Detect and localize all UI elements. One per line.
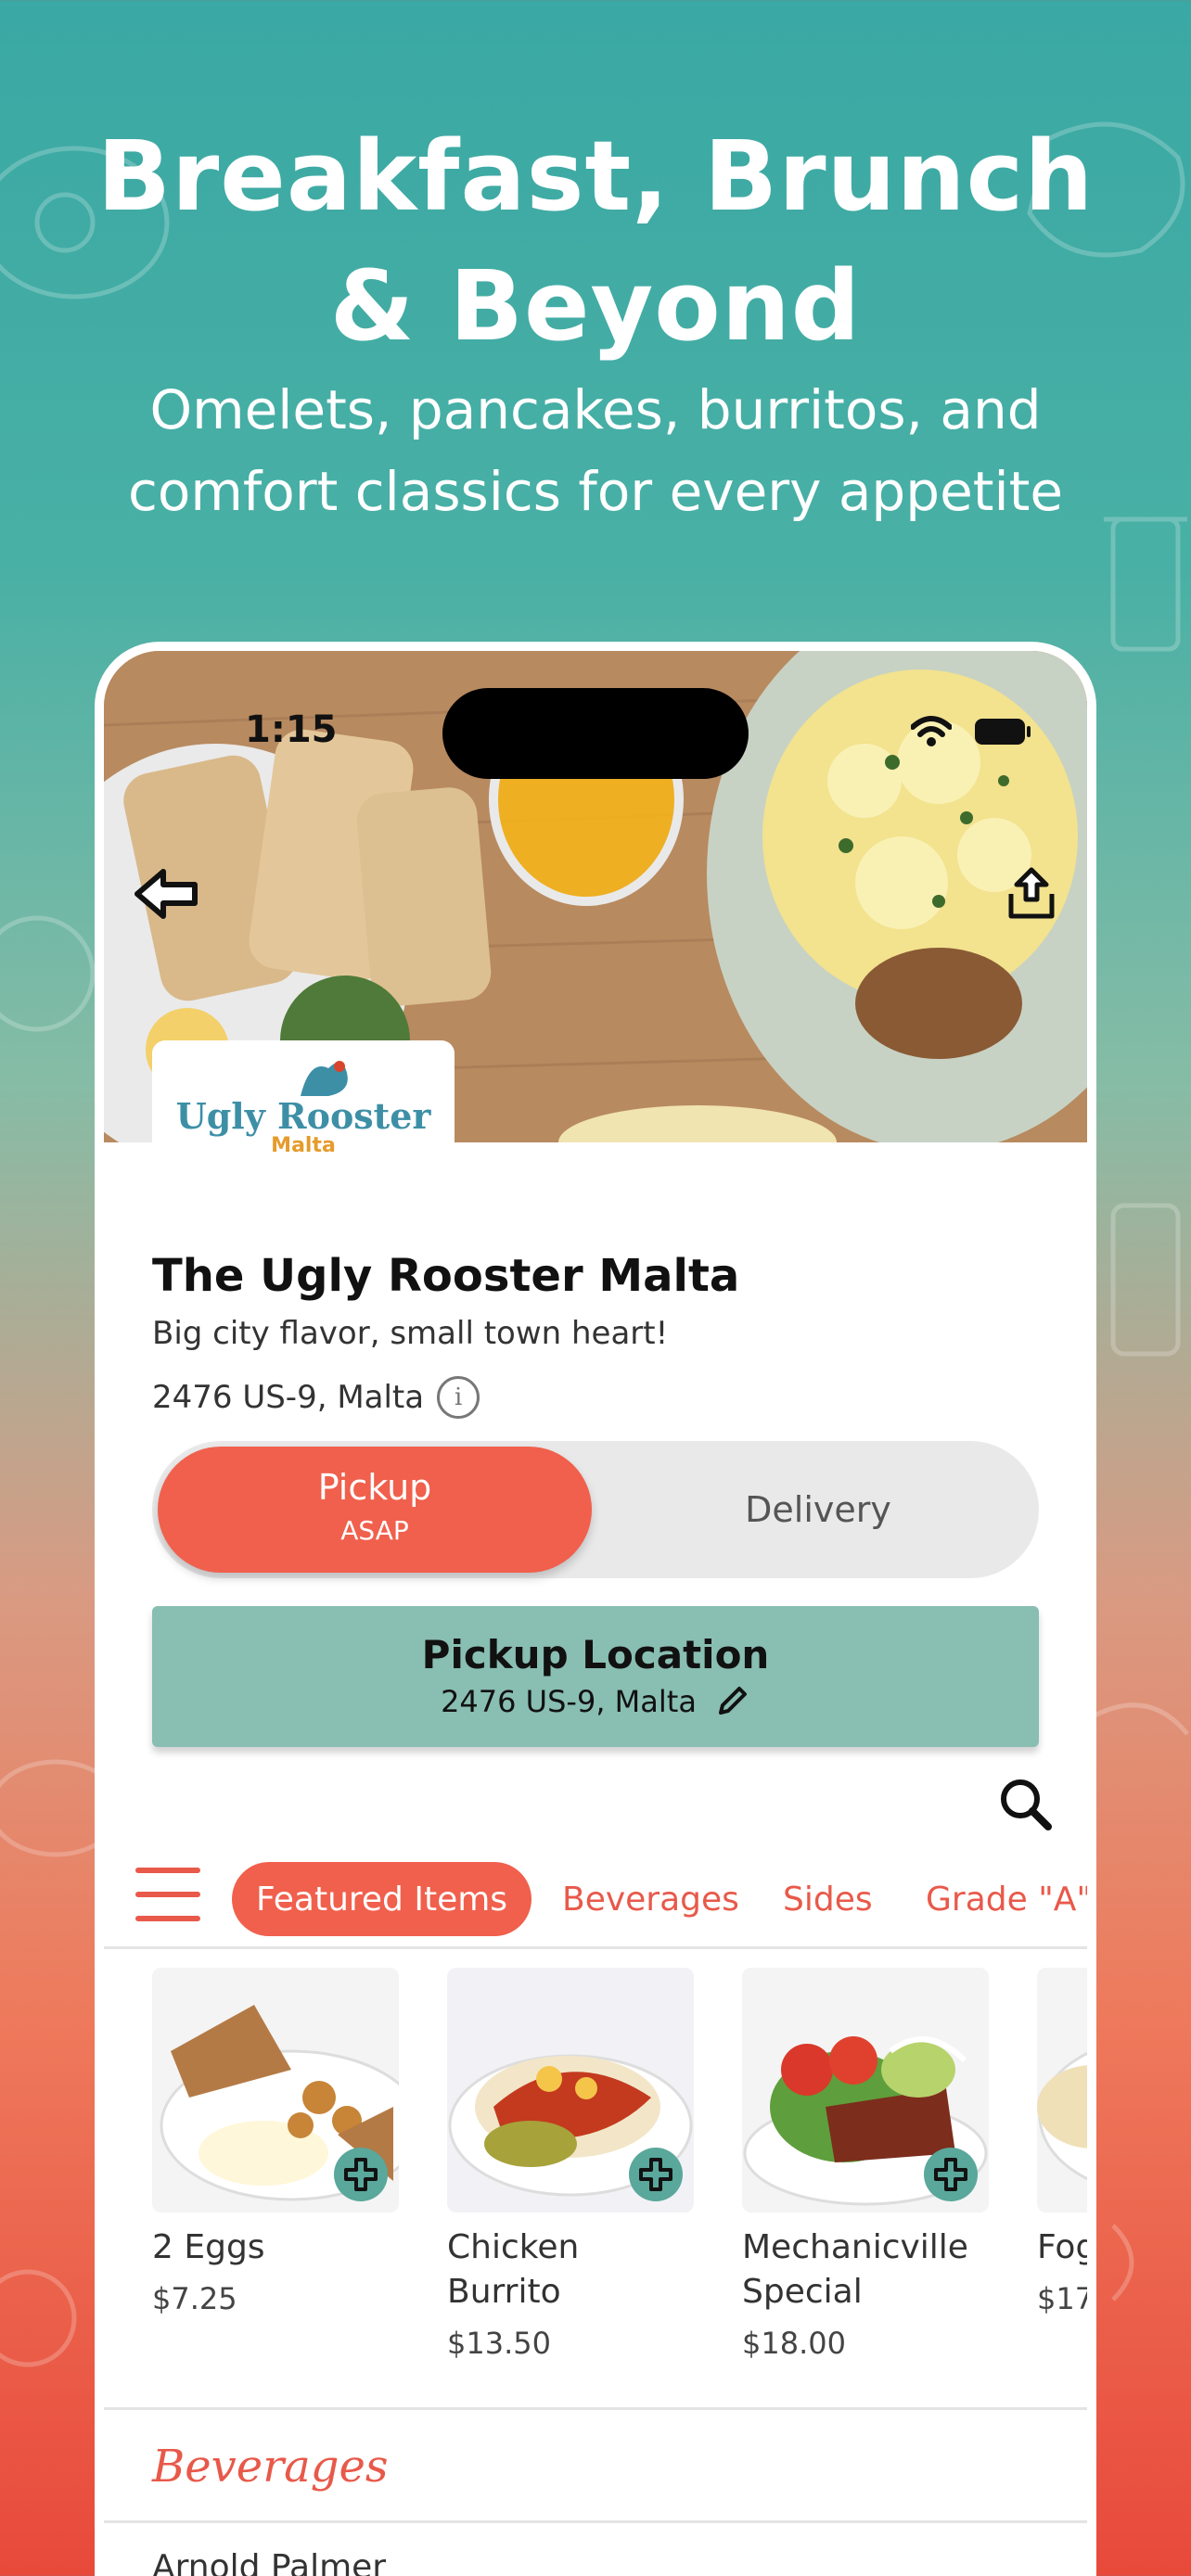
plus-icon [639, 2158, 672, 2191]
divider [104, 2520, 1087, 2523]
item-image [447, 1968, 694, 2213]
category-tab-sides[interactable]: Sides [783, 1862, 873, 1936]
featured-item[interactable]: Fog Leg $17.5 [1037, 1968, 1087, 2316]
category-tab-beverages[interactable]: Beverages [562, 1862, 739, 1936]
restaurant-name: The Ugly Rooster Malta [152, 1250, 740, 1302]
restaurant-address-text: 2476 US-9, Malta [152, 1379, 425, 1416]
dynamic-island [442, 688, 749, 779]
category-tab-featured[interactable]: Featured Items [232, 1862, 532, 1936]
status-bar-icons [911, 716, 1031, 747]
wifi-icon [911, 716, 952, 746]
share-button[interactable] [994, 857, 1069, 931]
promo-subline-line1: Omelets, pancakes, burritos, and [149, 378, 1042, 441]
pickup-time: ASAP [340, 1515, 409, 1546]
item-price: $17.5 [1037, 2281, 1087, 2316]
item-name: Mechanicville Special [742, 2228, 968, 2311]
section-title-beverages: Beverages [152, 2441, 389, 2493]
order-type-toggle: Pickup ASAP Delivery [152, 1441, 1039, 1578]
pickup-location-row: 2476 US-9, Malta [152, 1683, 1039, 1720]
promo-headline-line2: & Beyond [329, 249, 862, 363]
item-image [1037, 1968, 1087, 2213]
pickup-location-button[interactable]: Pickup Location 2476 US-9, Malta [152, 1606, 1039, 1747]
pickup-option[interactable]: Pickup ASAP [158, 1447, 592, 1573]
share-icon [1008, 867, 1055, 919]
add-item-button[interactable] [924, 2148, 978, 2201]
item-price: $18.00 [742, 2326, 846, 2361]
restaurant-address: 2476 US-9, Malta i [152, 1376, 480, 1419]
pickup-location-address: 2476 US-9, Malta [441, 1684, 697, 1719]
back-arrow-icon [134, 869, 198, 919]
promo-subline-line2: comfort classics for every appetite [127, 460, 1064, 523]
pencil-icon [718, 1687, 747, 1715]
featured-item[interactable]: 2 Eggs $7.25 [152, 1968, 399, 2316]
featured-items-carousel: 2 Eggs $7.25 Chicken Burrito $13.50 Mech… [104, 1968, 1087, 2394]
add-item-button[interactable] [629, 2148, 683, 2201]
item-price: $7.25 [152, 2281, 237, 2316]
delivery-label: Delivery [745, 1489, 891, 1530]
menu-icon[interactable] [135, 1866, 200, 1925]
restaurant-tagline: Big city flavor, small town heart! [152, 1315, 669, 1352]
promo-subline: Omelets, pancakes, burritos, and comfort… [0, 369, 1191, 532]
rooster-logo-icon [301, 1061, 348, 1096]
promo-headline-line1: Breakfast, Brunch [96, 120, 1095, 233]
plus-icon [934, 2158, 967, 2191]
logo-text-location: Malta [271, 1134, 336, 1157]
item-name: Fog Leg [1037, 2228, 1087, 2266]
item-name: 2 Eggs [152, 2228, 265, 2266]
category-tab-grade-a[interactable]: Grade "A" [926, 1862, 1087, 1936]
battery-icon [975, 719, 1031, 745]
search-button[interactable] [994, 1773, 1059, 1838]
app-screen: 1:15 Ugly Rooster Malta The Ugly Rooster… [104, 651, 1087, 2576]
info-icon[interactable]: i [437, 1376, 480, 1419]
delivery-option[interactable]: Delivery [597, 1441, 1039, 1578]
search-icon [1001, 1779, 1052, 1830]
item-name: Chicken Burrito [447, 2228, 580, 2311]
promo-headline: Breakfast, Brunch & Beyond [0, 111, 1191, 371]
featured-item[interactable]: Mechanicville Special $18.00 [742, 1968, 989, 2361]
add-item-button[interactable] [334, 2148, 388, 2201]
restaurant-logo: Ugly Rooster Malta [152, 1040, 455, 1189]
item-image [742, 1968, 989, 2213]
plus-icon [344, 2158, 378, 2191]
divider [104, 2407, 1087, 2410]
back-button[interactable] [130, 857, 204, 931]
status-bar-time: 1:15 [245, 708, 338, 751]
featured-item[interactable]: Chicken Burrito $13.50 [447, 1968, 694, 2361]
item-image [152, 1968, 399, 2213]
menu-item-arnold-palmer[interactable]: Arnold Palmer [152, 2548, 386, 2576]
pickup-location-title: Pickup Location [421, 1632, 770, 1677]
category-bar: Featured Items Beverages Sides Grade "A" [104, 1847, 1087, 1949]
item-price: $13.50 [447, 2326, 551, 2361]
pickup-label: Pickup [317, 1467, 432, 1508]
phone-frame: 1:15 Ugly Rooster Malta The Ugly Rooster… [95, 642, 1096, 2576]
